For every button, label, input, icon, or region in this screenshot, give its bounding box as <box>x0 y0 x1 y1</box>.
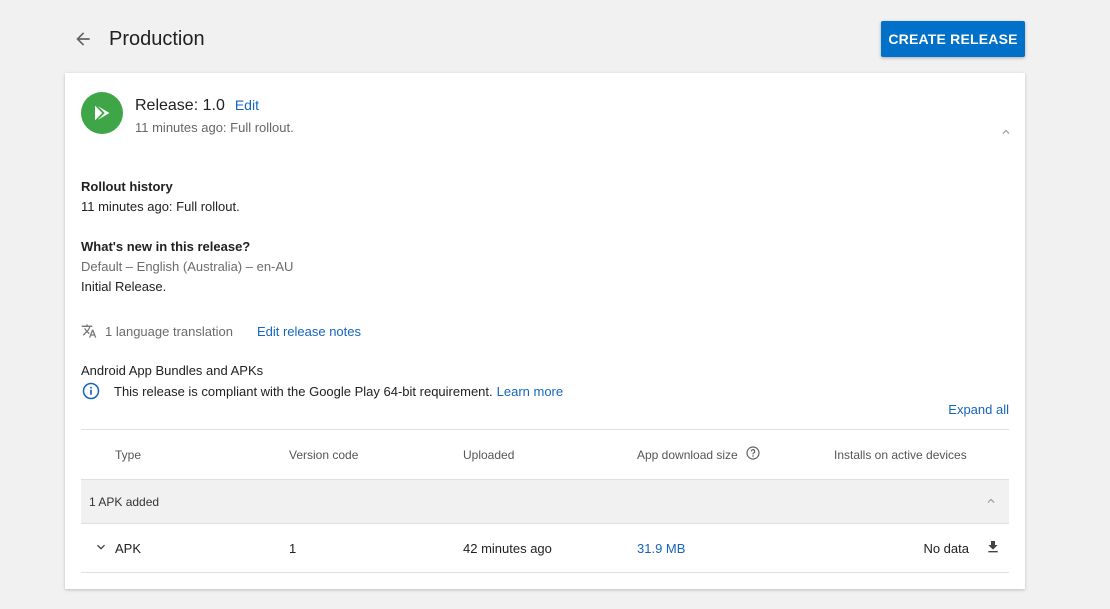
apk-group-row[interactable]: 1 APK added <box>81 479 1009 524</box>
edit-release-notes-link[interactable]: Edit release notes <box>257 324 361 339</box>
release-title: Release: 1.0 <box>135 97 225 114</box>
help-icon[interactable] <box>745 445 761 464</box>
edit-release-link[interactable]: Edit <box>235 97 259 113</box>
rollout-history-text: 11 minutes ago: Full rollout. <box>81 199 240 214</box>
release-title-row: Release: 1.0 Edit <box>135 95 259 116</box>
learn-more-link[interactable]: Learn more <box>497 384 563 399</box>
translate-icon <box>81 323 97 339</box>
row-type: APK <box>115 541 142 556</box>
page-header: Production CREATE RELEASE <box>0 0 1110 72</box>
info-icon <box>81 381 101 401</box>
whats-new-locale: Default – English (Australia) – en-AU <box>81 259 294 274</box>
chevron-up-icon[interactable] <box>981 491 1001 511</box>
table-header: Type Version code Uploaded App download … <box>81 429 1009 479</box>
back-arrow-icon[interactable] <box>70 26 96 52</box>
column-header-uploaded: Uploaded <box>463 448 515 462</box>
release-card: Release: 1.0 Edit 11 minutes ago: Full ro… <box>65 73 1025 589</box>
column-header-type: Type <box>115 448 142 462</box>
column-header-installs: Installs on active devices <box>834 448 967 462</box>
row-installs: No data <box>923 541 969 556</box>
apk-group-label: 1 APK added <box>89 495 160 509</box>
column-header-download-size-label: App download size <box>637 448 738 463</box>
whats-new-heading: What's new in this release? <box>81 239 251 254</box>
table-row[interactable]: APK 1 42 minutes ago 31.9 MB No data <box>81 524 1009 573</box>
bundles-heading: Android App Bundles and APKs <box>81 363 264 378</box>
download-icon[interactable] <box>985 539 1001 555</box>
translation-row: 1 language translation Edit release note… <box>81 321 361 341</box>
chevron-down-icon[interactable] <box>93 539 109 555</box>
play-store-icon <box>81 92 123 134</box>
chevron-up-icon[interactable] <box>994 120 1018 144</box>
release-subtitle: 11 minutes ago: Full rollout. <box>135 120 294 135</box>
page-title: Production <box>109 28 205 50</box>
column-header-download-size: App download size <box>637 445 761 464</box>
rollout-history-heading: Rollout history <box>81 179 173 194</box>
rollout-history: Rollout history 11 minutes ago: Full rol… <box>81 177 240 217</box>
row-download-size[interactable]: 31.9 MB <box>637 541 685 556</box>
column-header-version-code: Version code <box>289 448 359 462</box>
bundles-table: Type Version code Uploaded App download … <box>81 429 1009 573</box>
create-release-button[interactable]: CREATE RELEASE <box>881 21 1025 57</box>
whats-new-section: What's new in this release? Default – En… <box>81 237 293 297</box>
expand-all-link[interactable]: Expand all <box>948 402 1009 417</box>
row-version-code: 1 <box>289 541 297 556</box>
whats-new-text: Initial Release. <box>81 279 167 294</box>
release-header: Release: 1.0 Edit 11 minutes ago: Full ro… <box>81 92 1010 152</box>
translation-count: 1 language translation <box>105 323 233 339</box>
compliance-row: This release is compliant with the Googl… <box>81 381 563 401</box>
row-uploaded: 42 minutes ago <box>463 541 552 556</box>
compliance-text: This release is compliant with the Googl… <box>114 383 493 399</box>
